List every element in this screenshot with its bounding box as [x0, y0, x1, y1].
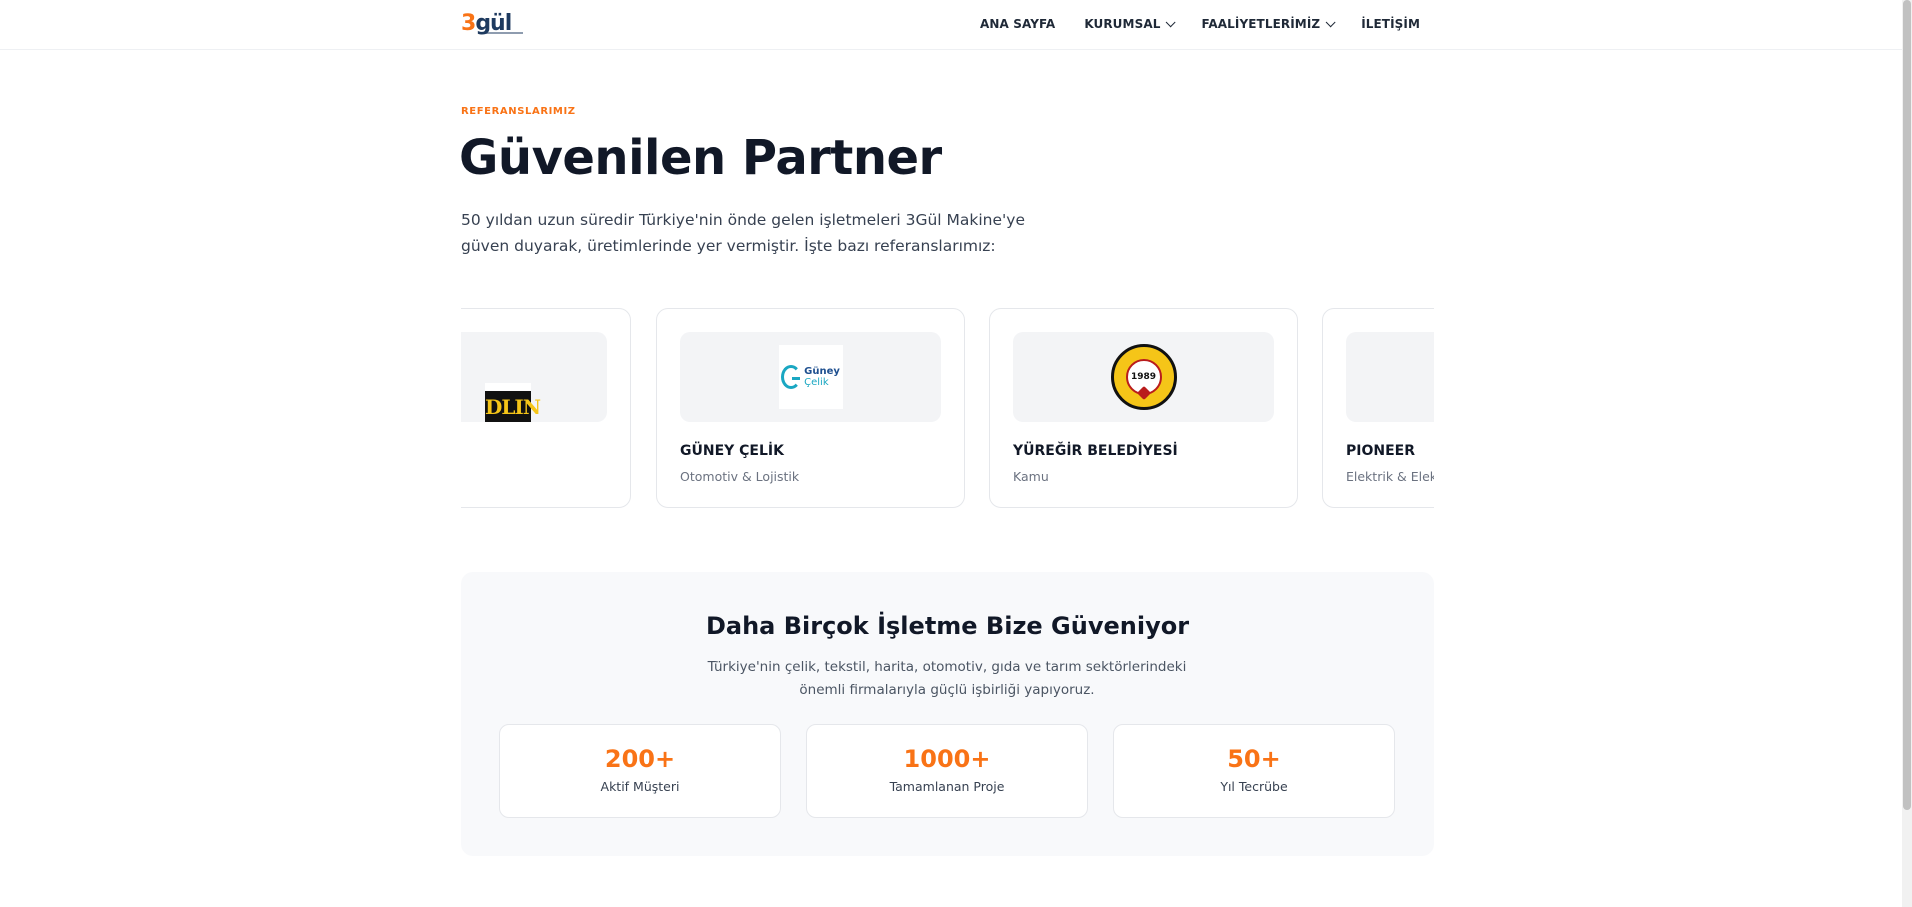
guney-g-icon	[781, 365, 802, 389]
yuregir-seal-logo: 1989	[1110, 344, 1177, 410]
reference-card[interactable]: DLIN	[461, 308, 631, 508]
site-header: 3 gül ANA SAYFA KURUMSAL FAALİYETLERİMİZ…	[0, 0, 1902, 50]
reference-carousel[interactable]: DLIN Güney Çelik GÜNEY ÇELİK Otomotiv & …	[461, 308, 1434, 508]
trust-section: Daha Birçok İşletme Bize Güveniyor Türki…	[461, 572, 1434, 856]
reference-card[interactable]: PIONEER Elektrik & Elektronik	[1322, 308, 1434, 508]
reference-logo-box: 1989	[1013, 332, 1274, 422]
reference-card[interactable]: 1989 YÜREĞİR BELEDİYESİ Kamu	[989, 308, 1298, 508]
nav-home-label: ANA SAYFA	[980, 17, 1056, 31]
stat-value: 50+	[1227, 745, 1281, 773]
guney-logo-text: Güney Çelik	[804, 366, 840, 388]
nav-contact[interactable]: İLETİŞİM	[1361, 17, 1420, 31]
stat-card-projects: 1000+ Tamamlanan Proje	[806, 724, 1088, 818]
trust-description: Türkiye'nin çelik, tekstil, harita, otom…	[707, 659, 1187, 698]
stat-label: Tamamlanan Proje	[889, 779, 1005, 794]
stat-label: Yıl Tecrübe	[1220, 779, 1288, 794]
section-eyebrow: REFERANSLARIMIZ	[461, 106, 576, 117]
main-nav: ANA SAYFA KURUMSAL FAALİYETLERİMİZ İLETİ…	[951, 0, 1420, 48]
reference-logo-box	[1346, 332, 1434, 422]
nav-activities[interactable]: FAALİYETLERİMİZ	[1201, 16, 1336, 31]
brand-logo[interactable]: 3 gül	[461, 10, 525, 38]
nav-contact-label: İLETİŞİM	[1361, 17, 1420, 31]
guney-celik-logo: Güney Çelik	[778, 345, 843, 409]
reference-logo-box: Güney Çelik	[680, 332, 941, 422]
dlin-logo: DLIN	[485, 383, 541, 422]
page-scrollbar[interactable]	[1902, 0, 1912, 907]
nav-corporate[interactable]: KURUMSAL	[1084, 16, 1177, 31]
chevron-down-icon	[1325, 16, 1336, 27]
nav-home[interactable]: ANA SAYFA	[980, 17, 1055, 31]
stat-card-clients: 200+ Aktif Müşteri	[499, 724, 781, 818]
reference-sector: Elektrik & Elektronik	[1346, 469, 1434, 484]
chevron-down-icon	[1166, 16, 1177, 27]
logo-underline	[483, 32, 523, 34]
reference-card[interactable]: Güney Çelik GÜNEY ÇELİK Otomotiv & Lojis…	[656, 308, 965, 508]
page-title: Güvenilen Partner	[459, 130, 942, 186]
nav-corporate-label: KURUMSAL	[1084, 17, 1161, 31]
reference-name: GÜNEY ÇELİK	[680, 443, 784, 459]
guney-logo-line1: Güney	[804, 366, 840, 377]
nav-activities-label: FAALİYETLERİMİZ	[1201, 17, 1321, 31]
reference-logo-box: DLIN	[461, 332, 607, 422]
stat-value: 200+	[604, 745, 676, 773]
hero-description: 50 yıldan uzun süredir Türkiye'nin önde …	[461, 211, 1026, 255]
reference-sector: Kamu	[1013, 469, 1049, 484]
scrollbar-thumb[interactable]	[1903, 0, 1911, 810]
stat-value: 1000+	[903, 745, 991, 773]
reference-name: PIONEER	[1346, 443, 1415, 459]
dlin-logo-text: DLIN	[485, 395, 541, 419]
guney-logo-line2: Çelik	[804, 377, 829, 388]
stat-label: Aktif Müşteri	[600, 779, 680, 794]
reference-sector: Otomotiv & Lojistik	[680, 469, 800, 484]
stat-card-experience: 50+ Yıl Tecrübe	[1113, 724, 1395, 818]
reference-name: YÜREĞİR BELEDİYESİ	[1013, 443, 1178, 459]
logo-digit: 3	[461, 11, 476, 36]
trust-title: Daha Birçok İşletme Bize Güveniyor	[705, 612, 1190, 640]
